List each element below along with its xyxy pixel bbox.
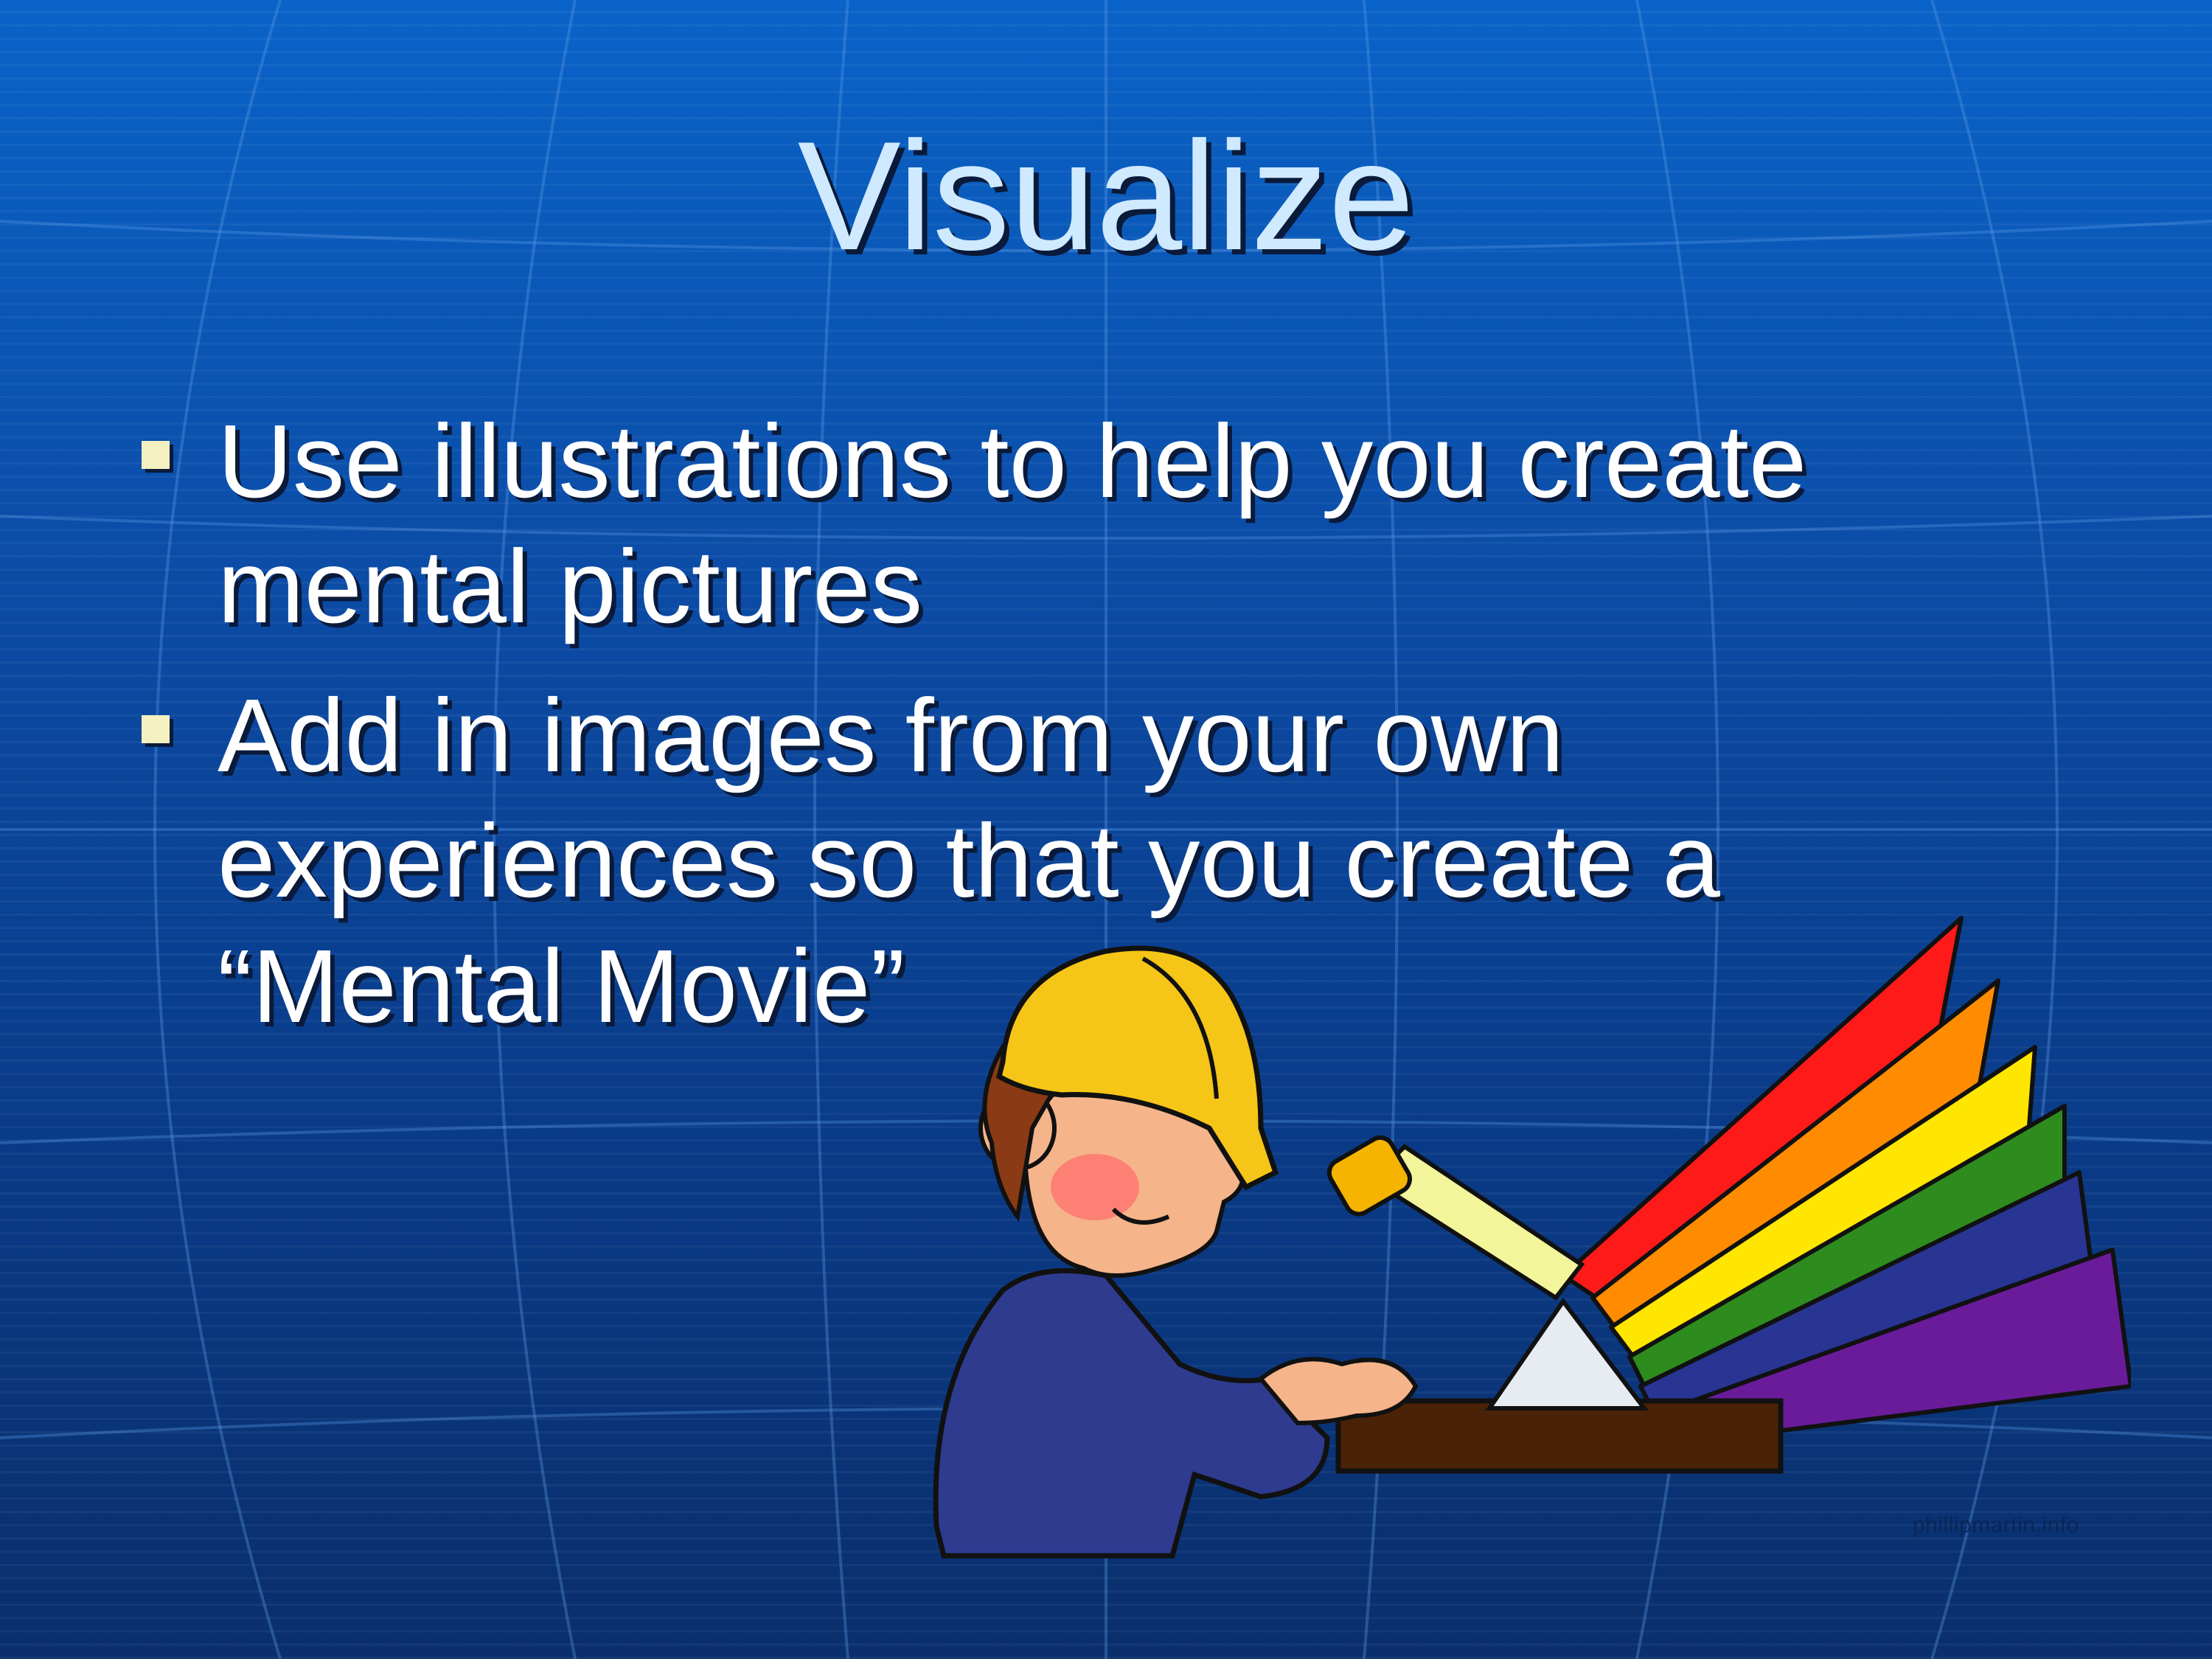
square-bullet-icon	[142, 441, 170, 469]
desk-box	[1335, 1398, 1784, 1474]
slide: Visualize Use illustrations to help you …	[0, 0, 2212, 1659]
bullet-text: Use illustrations to help you create men…	[218, 403, 1807, 644]
spectrum-rays	[1561, 916, 2131, 1447]
jacket	[933, 1267, 1330, 1559]
cheek-blush	[1051, 1154, 1139, 1220]
square-bullet-icon	[142, 715, 170, 743]
headlamp-icon	[1326, 1135, 1412, 1217]
bullet-item: Use illustrations to help you create men…	[133, 398, 2020, 649]
scientist-prism-illustration	[933, 916, 2131, 1559]
slide-title: Visualize	[797, 109, 1415, 282]
credit-watermark: phillipmartin.info	[1913, 1513, 2079, 1537]
